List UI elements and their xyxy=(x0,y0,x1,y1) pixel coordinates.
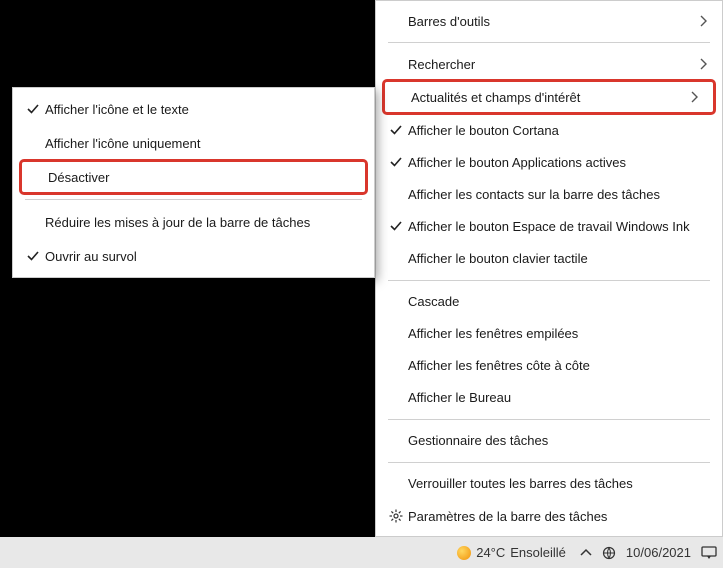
news-interests-submenu: Afficher l'icône et le texte Afficher l'i… xyxy=(12,87,375,278)
taskbar-menu-item-rechercher[interactable]: Rechercher xyxy=(376,48,722,80)
menu-item-label: Ouvrir au survol xyxy=(45,249,360,264)
submenu-item-reduire-les-mises-a-jour-de-la-barre-de-taches[interactable]: Réduire les mises à jour de la barre de … xyxy=(13,205,374,239)
menu-item-label: Cascade xyxy=(408,294,708,309)
taskbar-menu-item-barres-d-outils[interactable]: Barres d'outils xyxy=(376,5,722,37)
check-icon xyxy=(21,102,45,116)
check-icon xyxy=(21,249,45,263)
weather-widget[interactable]: 24°C Ensoleillé xyxy=(457,545,566,560)
menu-item-label: Verrouiller toutes les barres des tâches xyxy=(408,476,708,491)
submenu-item-ouvrir-au-survol[interactable]: Ouvrir au survol xyxy=(13,239,374,273)
network-icon[interactable] xyxy=(602,546,616,560)
menu-item-label: Désactiver xyxy=(48,170,351,185)
gear-icon xyxy=(384,509,408,523)
menu-item-label: Afficher le bouton Applications actives xyxy=(408,155,708,170)
check-icon xyxy=(384,155,408,169)
chevron-up-icon[interactable] xyxy=(580,547,592,559)
menu-separator xyxy=(388,419,710,420)
menu-item-label: Afficher l'icône et le texte xyxy=(45,102,360,117)
taskbar-menu-item-afficher-le-bouton-cortana[interactable]: Afficher le bouton Cortana xyxy=(376,114,722,146)
taskbar-menu-item-afficher-les-contacts-sur-la-barre-des-taches[interactable]: Afficher les contacts sur la barre des t… xyxy=(376,178,722,210)
menu-item-label: Afficher l'icône uniquement xyxy=(45,136,360,151)
menu-item-label: Actualités et champs d'intérêt xyxy=(411,90,683,105)
menu-item-label: Afficher le bouton clavier tactile xyxy=(408,251,708,266)
tray-icons xyxy=(580,546,616,560)
taskbar-context-menu: Barres d'outils Rechercher Actualités et c… xyxy=(375,0,723,537)
menu-separator xyxy=(388,462,710,463)
menu-item-label: Gestionnaire des tâches xyxy=(408,433,708,448)
menu-item-label: Rechercher xyxy=(408,57,692,72)
menu-item-label: Afficher les fenêtres empilées xyxy=(408,326,708,341)
highlight-box: Actualités et champs d'intérêt xyxy=(382,79,716,115)
sun-icon xyxy=(457,546,471,560)
submenu-item-afficher-l-icone-uniquement[interactable]: Afficher l'icône uniquement xyxy=(13,126,374,160)
menu-separator xyxy=(388,280,710,281)
submenu-item-afficher-l-icone-et-le-texte[interactable]: Afficher l'icône et le texte xyxy=(13,92,374,126)
highlight-box: Désactiver xyxy=(19,159,368,195)
menu-item-label: Afficher le bouton Cortana xyxy=(408,123,708,138)
menu-item-label: Afficher les fenêtres côte à côte xyxy=(408,358,708,373)
weather-temp: 24°C xyxy=(476,545,505,560)
taskbar-menu-item-afficher-le-bouton-clavier-tactile[interactable]: Afficher le bouton clavier tactile xyxy=(376,243,722,275)
submenu-item-desactiver[interactable]: Désactiver xyxy=(22,162,365,192)
menu-item-label: Barres d'outils xyxy=(408,14,692,29)
action-center-icon[interactable] xyxy=(701,546,717,560)
taskbar-menu-item-afficher-le-bouton-applications-actives[interactable]: Afficher le bouton Applications actives xyxy=(376,146,722,178)
menu-item-label: Réduire les mises à jour de la barre de … xyxy=(45,215,360,230)
taskbar-menu-item-cascade[interactable]: Cascade xyxy=(376,286,722,318)
menu-item-label: Afficher le Bureau xyxy=(408,390,708,405)
chevron-right-icon xyxy=(683,91,699,103)
chevron-right-icon xyxy=(692,58,708,70)
taskbar-menu-item-parametres-de-la-barre-des-taches[interactable]: Paramètres de la barre des tâches xyxy=(376,500,722,532)
menu-item-label: Afficher les contacts sur la barre des t… xyxy=(408,187,708,202)
taskbar-menu-item-afficher-le-bureau[interactable]: Afficher le Bureau xyxy=(376,382,722,414)
taskbar-menu-item-afficher-les-fenetres-empilees[interactable]: Afficher les fenêtres empilées xyxy=(376,318,722,350)
taskbar-menu-item-verrouiller-toutes-les-barres-des-taches[interactable]: Verrouiller toutes les barres des tâches xyxy=(376,468,722,500)
chevron-right-icon xyxy=(692,15,708,27)
menu-item-label: Afficher le bouton Espace de travail Win… xyxy=(408,219,708,234)
taskbar: 24°C Ensoleillé 10/06/2021 xyxy=(0,537,723,568)
menu-item-label: Paramètres de la barre des tâches xyxy=(408,509,708,524)
check-icon xyxy=(384,123,408,137)
menu-separator xyxy=(388,42,710,43)
taskbar-date[interactable]: 10/06/2021 xyxy=(626,545,691,560)
check-icon xyxy=(384,219,408,233)
taskbar-menu-item-gestionnaire-des-taches[interactable]: Gestionnaire des tâches xyxy=(376,425,722,457)
taskbar-menu-item-actualites-et-champs-d-interet[interactable]: Actualités et champs d'intérêt xyxy=(385,82,713,112)
menu-separator xyxy=(25,199,362,200)
taskbar-menu-item-afficher-le-bouton-espace-de-travail-windows-ink[interactable]: Afficher le bouton Espace de travail Win… xyxy=(376,210,722,242)
taskbar-menu-item-afficher-les-fenetres-cote-a-cote[interactable]: Afficher les fenêtres côte à côte xyxy=(376,350,722,382)
weather-desc: Ensoleillé xyxy=(510,545,566,560)
